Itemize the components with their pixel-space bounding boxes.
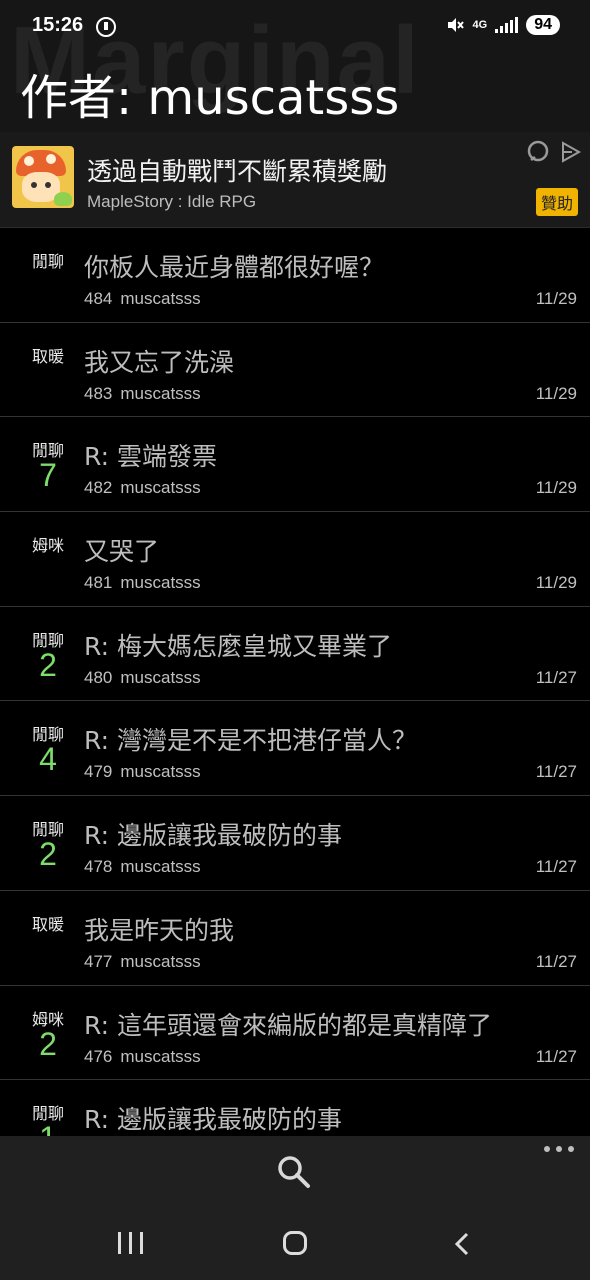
post-meta: 481 muscatsss bbox=[84, 573, 201, 593]
post-reply-count: 1 bbox=[14, 1120, 82, 1136]
post-author: muscatsss bbox=[120, 478, 201, 498]
post-subject: 我又忘了洗澡 bbox=[84, 347, 235, 377]
post-number: 479 bbox=[84, 762, 113, 782]
post-number: 480 bbox=[84, 667, 113, 687]
home-icon[interactable] bbox=[283, 1231, 307, 1255]
post-author: muscatsss bbox=[120, 289, 201, 308]
mute-icon bbox=[445, 15, 465, 35]
post-date: 11/29 bbox=[535, 478, 577, 498]
post-subject: 你板人最近身體都很好喔？ bbox=[84, 253, 385, 282]
back-icon[interactable] bbox=[452, 1232, 472, 1256]
post-row[interactable]: 姆咪 又哭了 481 muscatsss 11/29 bbox=[0, 512, 590, 607]
page-title: 作者: muscatsss bbox=[20, 70, 400, 126]
post-number: 481 bbox=[84, 573, 113, 593]
post-number: 477 bbox=[84, 951, 113, 971]
post-number: 478 bbox=[84, 857, 113, 877]
post-number: 483 bbox=[84, 383, 113, 403]
post-date: 11/27 bbox=[535, 667, 577, 687]
post-row[interactable]: 姆咪 2 R: 這年頭還會來編版的都是真精障了 476 muscatsss 11/… bbox=[0, 986, 590, 1081]
post-meta: 483 muscatsss bbox=[84, 384, 201, 404]
post-row[interactable]: 閒聊 4 R: 灣灣是不是不把港仔當人？ 479 muscatsss 11/27 bbox=[0, 701, 590, 797]
post-meta: 478 muscatsss bbox=[84, 857, 201, 877]
app-header: Marginal 15:26 4G 94 作者: muscatsss bbox=[0, 0, 590, 132]
post-row[interactable]: 閒聊 你板人最近身體都很好喔？ 484 muscatsss 11/29 bbox=[0, 228, 590, 323]
post-list[interactable]: 閒聊 你板人最近身體都很好喔？ 484 muscatsss 11/29 取暖 我又… bbox=[0, 228, 590, 1136]
post-row[interactable]: 取暖 我又忘了洗澡 483 muscatsss 11/29 bbox=[0, 323, 590, 418]
more-icon[interactable] bbox=[544, 1146, 574, 1152]
sponsored-badge: 贊助 bbox=[535, 188, 578, 216]
post-author: muscatsss bbox=[120, 857, 201, 877]
post-reply-count: 2 bbox=[39, 646, 57, 683]
signal-icon bbox=[495, 17, 519, 33]
post-author: muscatsss bbox=[120, 1046, 201, 1066]
status-bar: 15:26 4G 94 bbox=[0, 0, 590, 56]
post-meta: 480 muscatsss bbox=[84, 668, 201, 688]
post-date: 11/27 bbox=[535, 762, 577, 782]
post-date: 11/27 bbox=[535, 1046, 577, 1066]
bottom-toolbar bbox=[0, 1136, 590, 1208]
post-category: 閒聊 bbox=[31, 252, 64, 271]
post-subject: 又哭了 bbox=[84, 537, 160, 567]
post-date: 11/29 bbox=[535, 383, 577, 403]
post-category: 姆咪 bbox=[31, 536, 64, 556]
ad-title[interactable]: 透過自動戰鬥不斷累積獎勵 bbox=[87, 152, 387, 188]
post-author: muscatsss bbox=[120, 762, 201, 782]
post-date: 11/27 bbox=[535, 951, 577, 971]
post-row[interactable]: 閒聊 2 R: 梅大媽怎麼皇城又畢業了 480 muscatsss 11/27 bbox=[0, 607, 590, 702]
post-author: muscatsss bbox=[120, 573, 201, 593]
post-row[interactable]: 閒聊 2 R: 邊版讓我最破防的事 478 muscatsss 11/27 bbox=[0, 796, 590, 891]
post-number: 476 bbox=[84, 1046, 113, 1066]
post-subject: 我是昨天的我 bbox=[84, 915, 235, 945]
battery-indicator: 94 bbox=[526, 15, 560, 35]
ad-banner[interactable]: 透過自動戰鬥不斷累積獎勵 MapleStory : Idle RPG 贊助 bbox=[0, 132, 590, 228]
post-date: 11/29 bbox=[535, 573, 577, 593]
post-category: 取暖 bbox=[31, 914, 64, 934]
post-reply-count: 2 bbox=[39, 836, 57, 873]
post-category: 取暖 bbox=[31, 346, 64, 366]
post-reply-count: 2 bbox=[39, 1025, 57, 1062]
post-number: 484 bbox=[84, 289, 113, 308]
post-subject: R: 灣灣是不是不把港仔當人？ bbox=[84, 726, 417, 756]
post-row[interactable]: 閒聊 7 R: 雲端發票 482 muscatsss 11/29 bbox=[0, 417, 590, 513]
post-subject: R: 這年頭還會來編版的都是真精障了 bbox=[84, 1010, 492, 1040]
post-subject: R: 雲端發票 bbox=[84, 442, 217, 472]
post-date: 11/29 bbox=[535, 289, 577, 308]
post-meta: 484 muscatsss bbox=[84, 289, 201, 309]
play-triangle-icon[interactable] bbox=[560, 140, 582, 168]
post-author: muscatsss bbox=[120, 951, 201, 971]
post-meta: 477 muscatsss bbox=[84, 952, 201, 972]
post-meta: 476 muscatsss bbox=[84, 1047, 201, 1067]
post-author: muscatsss bbox=[120, 667, 201, 687]
notification-icon bbox=[96, 17, 116, 37]
post-subject: R: 梅大媽怎麼皇城又畢業了 bbox=[84, 631, 392, 661]
post-subject: R: 邊版讓我最破防的事 bbox=[84, 1105, 342, 1135]
post-row[interactable]: 取暖 我是昨天的我 477 muscatsss 11/27 bbox=[0, 891, 590, 986]
post-meta: 482 muscatsss bbox=[84, 478, 201, 498]
status-time: 15:26 bbox=[32, 14, 84, 36]
post-reply-count: 4 bbox=[39, 741, 57, 778]
recent-apps-icon[interactable] bbox=[118, 1232, 143, 1254]
search-icon[interactable] bbox=[276, 1154, 312, 1190]
post-row[interactable]: 閒聊 1 R: 邊版讓我最破防的事 bbox=[0, 1080, 590, 1136]
post-reply-count: 7 bbox=[39, 457, 57, 494]
ad-logo bbox=[12, 146, 74, 208]
post-meta: 479 muscatsss bbox=[84, 762, 201, 782]
post-date: 11/27 bbox=[535, 857, 577, 877]
chat-bubble-icon[interactable] bbox=[526, 140, 550, 168]
post-author: muscatsss bbox=[120, 383, 201, 403]
ad-subtitle: MapleStory : Idle RPG bbox=[87, 192, 257, 211]
post-number: 482 bbox=[84, 478, 113, 498]
system-nav-bar bbox=[0, 1208, 590, 1280]
network-label: 4G bbox=[472, 19, 488, 31]
post-subject: R: 邊版讓我最破防的事 bbox=[84, 821, 342, 851]
